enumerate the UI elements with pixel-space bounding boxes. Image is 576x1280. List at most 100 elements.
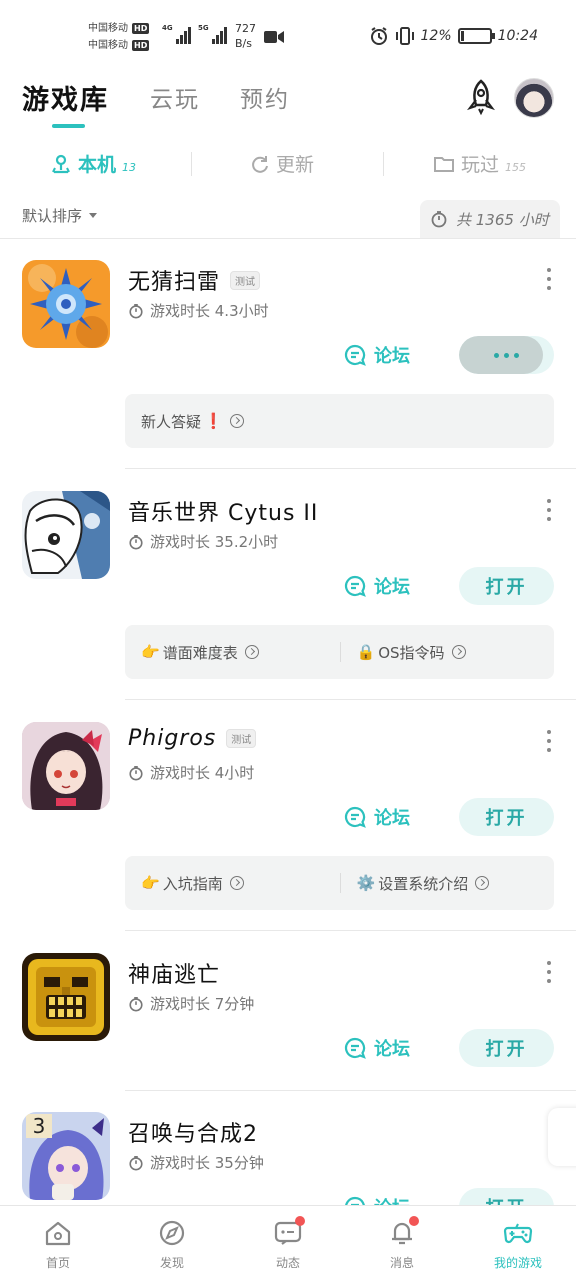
nav-label: 动态 (275, 1256, 300, 1270)
quick-link[interactable]: ⚙️ 设置系统介绍 (341, 873, 490, 894)
open-game-button[interactable]: 打开 (459, 798, 554, 836)
quick-links: 新人答疑 ❗ (125, 394, 554, 448)
nav-label: 发现 (159, 1256, 184, 1270)
user-avatar[interactable] (514, 78, 554, 118)
forum-icon (344, 1037, 366, 1059)
game-icon-temple-run[interactable] (22, 953, 110, 1041)
subtab-local[interactable]: 本机 13 (50, 150, 136, 177)
tab-cloud-play[interactable]: 云玩 (150, 80, 200, 114)
loading-button[interactable] (459, 336, 554, 374)
game-title[interactable]: 无猜扫雷 测试 (128, 264, 261, 296)
speed-value: 727 (235, 22, 256, 35)
quick-link[interactable]: 👉 入坑指南 (125, 873, 340, 894)
forum-button[interactable]: 论坛 (344, 804, 410, 830)
network-speed: 727 B/s (235, 21, 256, 51)
quick-link[interactable]: 新人答疑 ❗ (125, 411, 244, 432)
nav-home[interactable]: 首页 (18, 1218, 98, 1271)
divider (0, 238, 576, 239)
playtime-text: 游戏时长 35.2小时 (150, 533, 279, 551)
playtime-text: 游戏时长 4小时 (150, 764, 255, 782)
sort-dropdown[interactable]: 默认排序 (22, 205, 98, 226)
notification-dot (295, 1216, 305, 1226)
arrow-circle-icon (229, 876, 244, 890)
device-icon (52, 154, 70, 173)
nav-label: 首页 (45, 1256, 70, 1270)
subtab-updates-label: 更新 (276, 154, 315, 176)
nav-discover[interactable]: 发现 (132, 1218, 212, 1271)
bell-icon (387, 1216, 419, 1248)
forum-icon (344, 575, 366, 597)
vibrate-icon (395, 27, 414, 45)
sub-tabs: 本机 13 更新 玩过 155 (0, 140, 576, 190)
divider (125, 1090, 576, 1091)
nav-feed[interactable]: 动态 (248, 1216, 328, 1271)
forum-button[interactable]: 论坛 (344, 342, 410, 368)
playtime-text: 游戏时长 7分钟 (150, 995, 255, 1013)
more-options-icon[interactable] (546, 499, 552, 521)
open-game-button[interactable]: 打开 (459, 567, 554, 605)
test-badge: 测试 (230, 270, 261, 290)
quick-link-label: 谱面难度表 (162, 643, 238, 662)
quick-link[interactable]: 🔒 OS指令码 (341, 642, 466, 663)
carrier-info: 中国移动 HD 中国移动 HD (88, 20, 150, 54)
game-title-text: 召唤与合成2 (128, 1122, 258, 1147)
rocket-icon[interactable] (462, 78, 500, 116)
nav-my-games[interactable]: 我的游戏 (478, 1218, 558, 1271)
tab-reservations[interactable]: 预约 (240, 80, 290, 114)
quick-links: 👉 入坑指南 ⚙️ 设置系统介绍 (125, 856, 554, 910)
forum-label: 论坛 (374, 1039, 410, 1060)
game-icon-summon-merge[interactable]: 3 (22, 1112, 110, 1200)
timer-icon (431, 211, 447, 228)
more-options-icon[interactable] (546, 961, 552, 983)
network-4g-label: 4G (162, 24, 173, 32)
refresh-icon (252, 155, 268, 173)
forum-button[interactable]: 论坛 (344, 1035, 410, 1061)
game-icon-phigros[interactable] (22, 722, 110, 810)
home-icon (45, 1221, 71, 1246)
quick-link-emoji: 👉 (141, 643, 160, 661)
game-title-text: 神庙逃亡 (128, 963, 221, 988)
camera-icon (264, 31, 284, 43)
timer-icon (129, 1155, 143, 1170)
game-title[interactable]: 召唤与合成2 (128, 1116, 258, 1148)
quick-link-label: 入坑指南 (162, 874, 223, 893)
playtime-text: 游戏时长 4.3小时 (150, 302, 269, 320)
quick-link-emoji: 🔒 (356, 643, 376, 661)
forum-button[interactable]: 论坛 (344, 573, 410, 599)
subtab-local-label: 本机 (78, 154, 117, 176)
more-options-icon[interactable] (546, 730, 552, 752)
notification-dot (409, 1216, 419, 1226)
playtime-text: 游戏时长 35分钟 (150, 1154, 264, 1172)
game-title[interactable]: Phigros 测试 (128, 726, 257, 751)
timer-icon (129, 996, 143, 1011)
quick-link-label: 设置系统介绍 (378, 874, 469, 893)
battery-icon (457, 28, 495, 44)
forum-icon (344, 344, 366, 366)
hd-badge: HD (132, 40, 150, 51)
open-game-button[interactable]: 打开 (459, 1029, 554, 1067)
quick-link[interactable]: 👉 谱面难度表 (125, 642, 340, 663)
quick-link-label: 新人答疑 (141, 412, 202, 431)
tab-game-library[interactable]: 游戏库 (22, 78, 109, 117)
forum-label: 论坛 (374, 346, 410, 367)
sort-label: 默认排序 (22, 207, 83, 225)
game-playtime: 游戏时长 35.2小时 (128, 531, 278, 552)
floating-side-tab[interactable] (548, 1108, 576, 1166)
subtab-played[interactable]: 玩过 155 (433, 150, 526, 177)
game-title-text: Phigros (128, 726, 217, 751)
game-icon-minesweeper[interactable] (22, 260, 110, 348)
arrow-circle-icon (475, 876, 490, 890)
battery-percent: 12% (420, 28, 452, 44)
svg-text:3: 3 (33, 1114, 46, 1138)
arrow-circle-icon (451, 645, 466, 659)
subtab-updates[interactable]: 更新 (250, 150, 314, 177)
signal-4g-icon: 4G (162, 24, 191, 44)
nav-messages[interactable]: 消息 (362, 1216, 442, 1271)
status-bar: 中国移动 HD 中国移动 HD 4G 5G 727 B/s 12% 10:24 (0, 0, 576, 72)
more-options-icon[interactable] (546, 268, 552, 290)
game-title[interactable]: 神庙逃亡 (128, 957, 220, 989)
feed-icon (273, 1216, 305, 1248)
folder-icon (434, 156, 454, 172)
game-title[interactable]: 音乐世界 Cytus II (128, 495, 318, 527)
game-icon-cytus[interactable] (22, 491, 110, 579)
